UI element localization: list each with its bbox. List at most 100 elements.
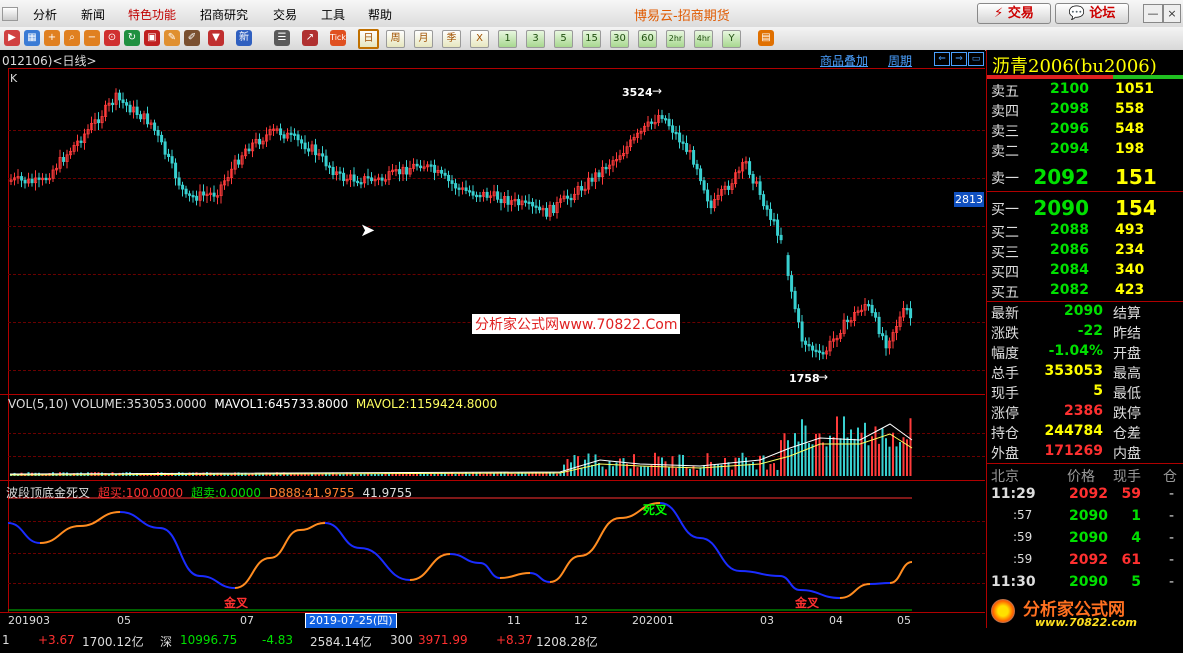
volume-bar: [731, 469, 733, 476]
period-link[interactable]: 周期: [888, 52, 912, 69]
stat-label: 涨停: [991, 406, 1019, 422]
indicator-curve: [739, 570, 781, 577]
candle-body: [814, 349, 818, 353]
volume-bar: [636, 467, 639, 476]
candle-body: [170, 156, 174, 164]
window-icon[interactable]: ▣: [144, 30, 160, 46]
bid-label: 买三: [991, 245, 1019, 261]
volume-bar: [766, 469, 768, 476]
indicator-curve: [409, 553, 451, 581]
app-menu-icon[interactable]: [2, 7, 18, 21]
period-60min[interactable]: 60: [638, 30, 657, 48]
candle-body: [534, 205, 538, 208]
candle-body: [356, 180, 360, 184]
candle-body: [881, 333, 885, 337]
candle-body: [300, 139, 304, 144]
ask-label: 卖五: [991, 84, 1019, 100]
candle-body: [321, 153, 325, 157]
chart-icon[interactable]: ↗: [302, 30, 318, 46]
candle-body: [419, 165, 423, 169]
menu-trade[interactable]: 交易: [273, 6, 297, 23]
calendar-icon[interactable]: ▤: [758, 30, 774, 46]
menu-special-features[interactable]: 特色功能: [128, 6, 176, 23]
candle-body: [706, 189, 710, 202]
search-icon[interactable]: ⌕: [64, 30, 80, 46]
candle-body: [552, 204, 556, 214]
period-5min[interactable]: 5: [554, 30, 573, 48]
stat-label-right: 最低: [1113, 386, 1141, 402]
zoom-out-icon[interactable]: −: [84, 30, 100, 46]
menu-analysis[interactable]: 分析: [33, 6, 57, 23]
x-tick: 11: [507, 614, 521, 627]
volume-bar: [699, 467, 702, 476]
candle-body: [877, 316, 881, 335]
candle-body: [279, 128, 283, 136]
trade-button[interactable]: ⚡ 交易: [977, 3, 1051, 24]
menu-research[interactable]: 招商研究: [200, 6, 248, 23]
stat-label-right: 仓差: [1113, 426, 1141, 442]
candle-body: [566, 195, 570, 199]
volume-bar: [822, 442, 824, 476]
zoom-in-icon[interactable]: +: [44, 30, 60, 46]
forum-button[interactable]: 💬 论坛: [1055, 3, 1129, 24]
kline-chart[interactable]: [0, 68, 985, 613]
candle-body: [188, 193, 192, 196]
period-week[interactable]: 周: [386, 30, 405, 48]
tick-row: :57 2090 1 -: [991, 508, 1181, 528]
indicator-curve: [529, 572, 551, 583]
stock-icon[interactable]: ▶: [4, 30, 20, 46]
volume-bar: [640, 466, 642, 476]
mavol2-line: [9, 433, 913, 476]
ask-price: 2096: [1050, 121, 1089, 137]
zoom-icon[interactable]: ⊙: [104, 30, 120, 46]
tick-icon[interactable]: Tick: [330, 30, 346, 46]
overlay-link[interactable]: 商品叠加: [820, 52, 868, 69]
layout-icon[interactable]: ▭: [968, 52, 984, 66]
candle-body: [314, 144, 318, 156]
refresh-icon[interactable]: ↻: [124, 30, 140, 46]
candle-body: [524, 200, 528, 203]
candle-body: [748, 161, 752, 175]
indicator-lines: [7, 497, 913, 611]
menu-tools[interactable]: 工具: [321, 6, 345, 23]
list-icon[interactable]: ☰: [274, 30, 290, 46]
new-icon[interactable]: 新: [236, 30, 252, 46]
candle-body: [247, 148, 251, 152]
period-4hr[interactable]: 4hr: [694, 30, 713, 48]
volume-bar: [829, 435, 831, 476]
period-30min[interactable]: 30: [610, 30, 629, 48]
grid-icon[interactable]: ▦: [24, 30, 40, 46]
tick-header-hand: 现手: [1113, 469, 1141, 485]
period-month[interactable]: 月: [414, 30, 433, 48]
candle-body: [905, 307, 909, 311]
volume-bar: [857, 427, 859, 476]
candle-body: [177, 177, 181, 186]
period-day[interactable]: 日: [358, 29, 379, 49]
overbuy-value: 超买:100.0000: [97, 486, 184, 500]
candle-body: [678, 132, 682, 143]
period-year[interactable]: Y: [722, 30, 741, 48]
period-1min[interactable]: 1: [498, 30, 517, 48]
menu-news[interactable]: 新闻: [81, 6, 105, 23]
candle-body: [118, 92, 122, 101]
period-3min[interactable]: 3: [526, 30, 545, 48]
candle-body: [867, 304, 871, 307]
period-2hr[interactable]: 2hr: [666, 30, 685, 48]
period-x[interactable]: X: [470, 30, 489, 48]
pencil-icon[interactable]: ✐: [184, 30, 200, 46]
period-quarter[interactable]: 季: [442, 30, 461, 48]
bid-price: 2082: [1050, 282, 1089, 298]
next-layout-icon[interactable]: ⇒: [951, 52, 967, 66]
volume-bar: [696, 469, 698, 476]
close-icon[interactable]: ×: [1163, 4, 1181, 23]
death-cross-label: 死叉: [643, 503, 668, 517]
indicator-curve: [479, 562, 501, 579]
draw-icon[interactable]: ✎: [164, 30, 180, 46]
prev-layout-icon[interactable]: ⇐: [934, 52, 950, 66]
filter-icon[interactable]: ▼: [208, 30, 224, 46]
menu-help[interactable]: 帮助: [368, 6, 392, 23]
index-ticker[interactable]: 1 +3.67 1700.12亿 深 10996.75 -4.83 2584.1…: [0, 628, 985, 653]
period-15min[interactable]: 15: [582, 30, 601, 48]
minimize-icon[interactable]: —: [1143, 4, 1163, 23]
candle-body: [695, 163, 699, 170]
